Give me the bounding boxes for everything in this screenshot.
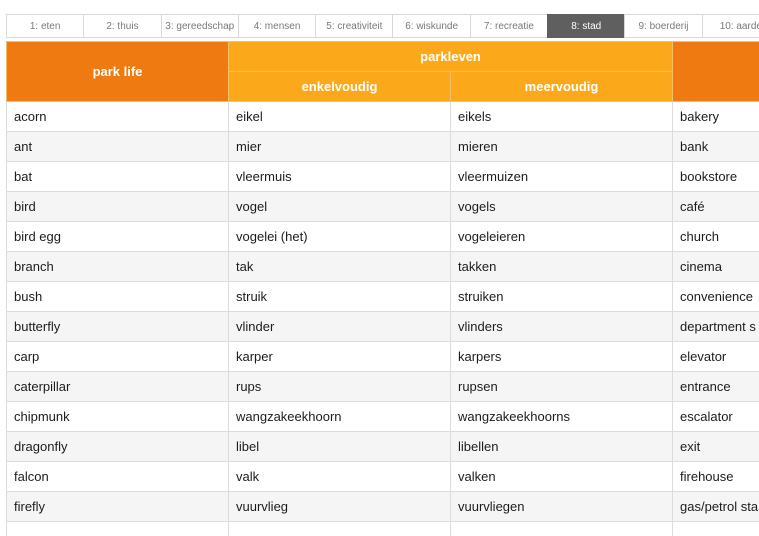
table-cell[interactable]: struik — [228, 281, 451, 312]
table-cell[interactable]: wangzakeekhoorn — [228, 401, 451, 432]
table-cell[interactable]: bank — [672, 131, 759, 162]
table-cell[interactable]: vleermuis — [228, 161, 451, 192]
spreadsheet-grid: park life parkleven enkelvoudig meervoud… — [6, 41, 759, 536]
table-cell[interactable]: vogeleieren — [449, 221, 674, 252]
sheet-tab-1[interactable]: 1: eten — [6, 14, 84, 38]
table-cell[interactable]: mieren — [449, 131, 674, 162]
table-cell[interactable]: vleermuizen — [449, 161, 674, 192]
sheet-tab-6[interactable]: 6: wiskunde — [392, 14, 470, 38]
table-cell[interactable]: acorn — [6, 101, 229, 132]
table-cell[interactable]: karper — [228, 341, 451, 372]
table-cell[interactable]: vogels — [449, 191, 674, 222]
header-parkleven[interactable]: parkleven — [227, 41, 674, 72]
table-cell[interactable]: vogel — [228, 191, 451, 222]
header-meervoudig[interactable]: meervoudig — [449, 71, 674, 102]
table-row: ant mier mieren bank — [6, 131, 759, 162]
table-cell[interactable]: caterpillar — [6, 371, 229, 402]
table-cell[interactable]: tak — [228, 251, 451, 282]
table-cell[interactable]: karpers — [449, 341, 674, 372]
table-row: bat vleermuis vleermuizen bookstore — [6, 161, 759, 192]
table-cell[interactable]: elevator — [672, 341, 759, 372]
sheet-tab-9[interactable]: 9: boerderij — [624, 14, 702, 38]
table-cell[interactable]: vogelei (het) — [228, 221, 451, 252]
table-cell[interactable]: eikel — [228, 101, 451, 132]
table-row — [6, 521, 759, 536]
table-row: bush struik struiken convenience — [6, 281, 759, 312]
table-cell[interactable]: rupsen — [449, 371, 674, 402]
sheet-tab-7[interactable]: 7: recreatie — [469, 14, 548, 38]
sheet-tab-4[interactable]: 4: mensen — [237, 14, 316, 38]
table-row: falcon valk valken firehouse — [6, 461, 759, 492]
sheet-tab-3[interactable]: 3: gereedschap — [160, 14, 238, 38]
table-cell[interactable]: bakery — [672, 101, 759, 132]
table-cell[interactable]: takken — [449, 251, 674, 282]
table-cell[interactable]: vlinders — [449, 311, 674, 342]
table-cell[interactable]: valken — [449, 461, 674, 492]
table-cell[interactable] — [672, 521, 759, 536]
table-cell[interactable]: café — [672, 191, 759, 222]
header-park-life[interactable]: park life — [6, 41, 229, 102]
table-row: chipmunk wangzakeekhoorn wangzakeekhoorns e… — [6, 401, 759, 432]
table-cell[interactable]: escalator — [672, 401, 759, 432]
table-cell[interactable] — [6, 521, 229, 536]
table-cell[interactable]: libellen — [449, 431, 674, 462]
table-cell[interactable]: bush — [6, 281, 229, 312]
table-cell[interactable]: bookstore — [672, 161, 759, 192]
header-enkelvoudig[interactable]: enkelvoudig — [228, 71, 451, 102]
table-row: acorn eikel eikels bakery — [6, 101, 759, 132]
sheet-tab-2[interactable]: 2: thuis — [83, 14, 161, 38]
table-row: bird vogel vogels café — [6, 191, 759, 222]
table-cell[interactable]: bat — [6, 161, 229, 192]
table-row: dragonfly libel libellen exit — [6, 431, 759, 462]
header-city-column[interactable] — [672, 41, 759, 102]
table-cell[interactable]: libel — [228, 431, 451, 462]
table-cell[interactable]: mier — [228, 131, 451, 162]
table-cell[interactable]: exit — [672, 431, 759, 462]
table-cell[interactable]: entrance — [672, 371, 759, 402]
table-cell[interactable]: chipmunk — [6, 401, 229, 432]
table-cell[interactable]: valk — [228, 461, 451, 492]
table-cell[interactable]: wangzakeekhoorns — [449, 401, 674, 432]
table-cell[interactable]: dragonfly — [6, 431, 229, 462]
table-cell[interactable]: eikels — [449, 101, 674, 132]
table-cell[interactable]: firefly — [6, 491, 229, 522]
table-cell[interactable]: branch — [6, 251, 229, 282]
table-cell[interactable]: gas/petrol sta — [672, 491, 759, 522]
table-cell[interactable]: department s — [672, 311, 759, 342]
table-cell[interactable]: vuurvlieg — [228, 491, 451, 522]
table-row: caterpillar rups rupsen entrance — [6, 371, 759, 402]
sheet-tab-bar: 1: eten 2: thuis 3: gereedschap 4: mensen 5:… — [6, 14, 759, 38]
table-cell[interactable]: vlinder — [228, 311, 451, 342]
table-cell[interactable]: falcon — [6, 461, 229, 492]
table-cell[interactable]: ant — [6, 131, 229, 162]
table-cell[interactable] — [449, 521, 674, 536]
table-cell[interactable]: convenience — [672, 281, 759, 312]
table-cell[interactable]: cinema — [672, 251, 759, 282]
table-row: bird egg vogelei (het) vogeleieren church — [6, 221, 759, 252]
table-row: butterfly vlinder vlinders department s — [6, 311, 759, 342]
table-cell[interactable]: carp — [6, 341, 229, 372]
sheet-tab-5[interactable]: 5: creativiteit — [315, 14, 393, 38]
table-cell[interactable]: struiken — [449, 281, 674, 312]
table-cell[interactable]: bird — [6, 191, 229, 222]
table-row: firefly vuurvlieg vuurvliegen gas/petrol st… — [6, 491, 759, 522]
table-cell[interactable]: bird egg — [6, 221, 229, 252]
table-cell[interactable] — [228, 521, 451, 536]
sheet-tab-8[interactable]: 8: stad — [547, 14, 625, 38]
table-row: carp karper karpers elevator — [6, 341, 759, 372]
vocabulary-table: park life parkleven enkelvoudig meervoud… — [6, 41, 759, 536]
sheet-tab-10[interactable]: 10: aarde — [701, 14, 759, 38]
table-cell[interactable]: church — [672, 221, 759, 252]
table-cell[interactable]: firehouse — [672, 461, 759, 492]
table-cell[interactable]: butterfly — [6, 311, 229, 342]
table-cell[interactable]: rups — [228, 371, 451, 402]
table-cell[interactable]: vuurvliegen — [449, 491, 674, 522]
table-row: branch tak takken cinema — [6, 251, 759, 282]
